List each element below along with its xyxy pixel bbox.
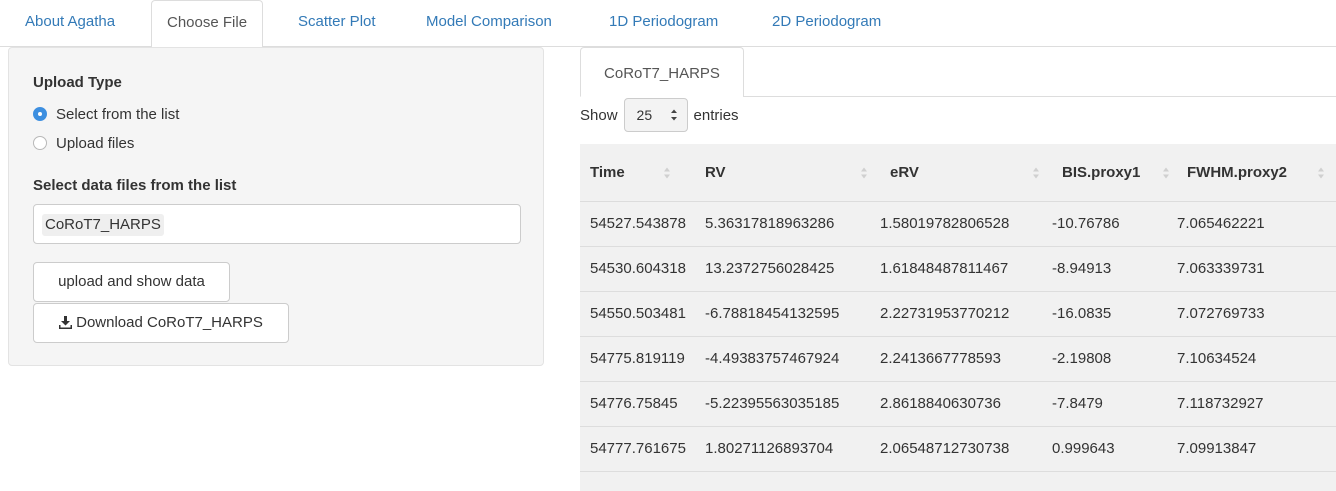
cell-erv: 2.06548712730738 (880, 426, 1052, 472)
cell-rv: 1.80271126893704 (705, 426, 880, 472)
cell-rv: 13.2372756028425 (705, 246, 880, 292)
radio-label: Upload files (56, 134, 135, 152)
cell-erv: 1.58019782806528 (880, 201, 1052, 247)
radio-checked-icon[interactable] (33, 107, 47, 121)
page-length-control: Show 25 entries (580, 97, 739, 133)
sort-icon (664, 167, 670, 179)
cell-erv: 2.22731953770212 (880, 291, 1052, 337)
cell-fwhm: 7.118732927 (1177, 381, 1336, 427)
data-table: Time RV eRV BIS.proxy1 FWHM.proxy2 54527… (580, 144, 1336, 491)
tab-model-comparison[interactable]: Model Comparison (411, 0, 567, 47)
cell-rv: -5.22395563035185 (705, 381, 880, 427)
page-length-select[interactable]: 25 (623, 98, 688, 132)
column-header-erv[interactable]: eRV (880, 144, 1052, 202)
table-row[interactable]: 54527.543878 5.36317818963286 1.58019782… (580, 201, 1336, 247)
cell-time: 54550.503481 (580, 291, 705, 337)
tab-choose-file[interactable]: Choose File (151, 0, 264, 48)
cell-bis: -8.94913 (1052, 246, 1177, 292)
cell-time: 54530.604318 (580, 246, 705, 292)
tab-dataset[interactable]: CoRoT7_HARPS (580, 47, 744, 97)
cell-erv: 1.61848487811467 (880, 246, 1052, 292)
show-label: Show (580, 106, 618, 124)
cell-empty (1052, 471, 1177, 491)
radio-option-upload-files[interactable]: Upload files (33, 133, 134, 153)
tab-2d-periodogram[interactable]: 2D Periodogram (757, 0, 896, 47)
file-select-input[interactable]: CoRoT7_HARPS (33, 204, 521, 244)
column-header-label: eRV (890, 163, 919, 181)
cell-empty (1177, 471, 1336, 491)
sort-icon (1163, 167, 1169, 179)
cell-erv: 2.2413667778593 (880, 336, 1052, 382)
tab-about-agatha[interactable]: About Agatha (10, 0, 130, 47)
cell-fwhm: 7.10634524 (1177, 336, 1336, 382)
table-row[interactable]: 54530.604318 13.2372756028425 1.61848487… (580, 246, 1336, 292)
upload-type-label: Upload Type (33, 74, 122, 91)
download-icon (59, 306, 73, 344)
radio-unchecked-icon[interactable] (33, 136, 47, 150)
cell-fwhm: 7.063339731 (1177, 246, 1336, 292)
tab-1d-periodogram[interactable]: 1D Periodogram (594, 0, 733, 47)
column-header-label: FWHM.proxy2 (1187, 163, 1288, 181)
cell-bis: -16.0835 (1052, 291, 1177, 337)
table-row[interactable]: 54777.761675 1.80271126893704 2.06548712… (580, 426, 1336, 472)
cell-rv: -6.78818454132595 (705, 291, 880, 337)
cell-empty (880, 471, 1052, 491)
column-header-rv[interactable]: RV (705, 144, 880, 202)
select-files-label: Select data files from the list (33, 177, 237, 194)
cell-bis: -10.76786 (1052, 201, 1177, 247)
cell-time: 54775.819119 (580, 336, 705, 382)
cell-bis: -2.19808 (1052, 336, 1177, 382)
upload-panel: Upload Type Select from the list Upload … (8, 47, 544, 366)
cell-fwhm: 7.072769733 (1177, 291, 1336, 337)
main-tab-bar: About Agatha Choose File Scatter Plot Mo… (0, 0, 1336, 48)
cell-bis: -7.8479 (1052, 381, 1177, 427)
table-row[interactable]: 54550.503481 -6.78818454132595 2.2273195… (580, 291, 1336, 337)
column-header-label: RV (705, 163, 726, 181)
column-header-fwhm-proxy2[interactable]: FWHM.proxy2 (1177, 144, 1336, 202)
radio-option-select-list[interactable]: Select from the list (33, 104, 179, 124)
cell-erv: 2.8618840630736 (880, 381, 1052, 427)
cell-rv: 5.36317818963286 (705, 201, 880, 247)
download-button[interactable]: Download CoRoT7_HARPS (33, 303, 289, 343)
subtab-divider (743, 96, 1336, 97)
tab-scatter-plot[interactable]: Scatter Plot (283, 0, 391, 47)
column-header-time[interactable]: Time (580, 144, 705, 202)
table-row-partial (580, 471, 1336, 491)
cell-time: 54776.75845 (580, 381, 705, 427)
select-arrows-icon (670, 109, 677, 121)
cell-bis: 0.999643 (1052, 426, 1177, 472)
table-row[interactable]: 54775.819119 -4.49383757467924 2.2413667… (580, 336, 1336, 382)
selected-file-chip[interactable]: CoRoT7_HARPS (42, 214, 164, 236)
cell-time: 54777.761675 (580, 426, 705, 472)
page-length-value: 25 (636, 107, 653, 123)
table-row[interactable]: 54776.75845 -5.22395563035185 2.86188406… (580, 381, 1336, 427)
cell-rv: -4.49383757467924 (705, 336, 880, 382)
cell-empty (705, 471, 880, 491)
upload-show-data-button[interactable]: upload and show data (33, 262, 230, 302)
sort-icon (1318, 167, 1324, 179)
entries-label: entries (693, 106, 739, 124)
column-header-label: Time (590, 163, 625, 181)
cell-time: 54527.543878 (580, 201, 705, 247)
sort-icon (861, 167, 867, 179)
cell-fwhm: 7.09913847 (1177, 426, 1336, 472)
radio-label: Select from the list (56, 105, 180, 123)
sort-icon (1033, 167, 1039, 179)
table-header-row: Time RV eRV BIS.proxy1 FWHM.proxy2 (580, 144, 1336, 202)
column-header-label: BIS.proxy1 (1062, 163, 1141, 181)
download-button-label: Download CoRoT7_HARPS (76, 314, 263, 331)
cell-fwhm: 7.065462221 (1177, 201, 1336, 247)
column-header-bis-proxy1[interactable]: BIS.proxy1 (1052, 144, 1177, 202)
cell-empty (580, 471, 705, 491)
